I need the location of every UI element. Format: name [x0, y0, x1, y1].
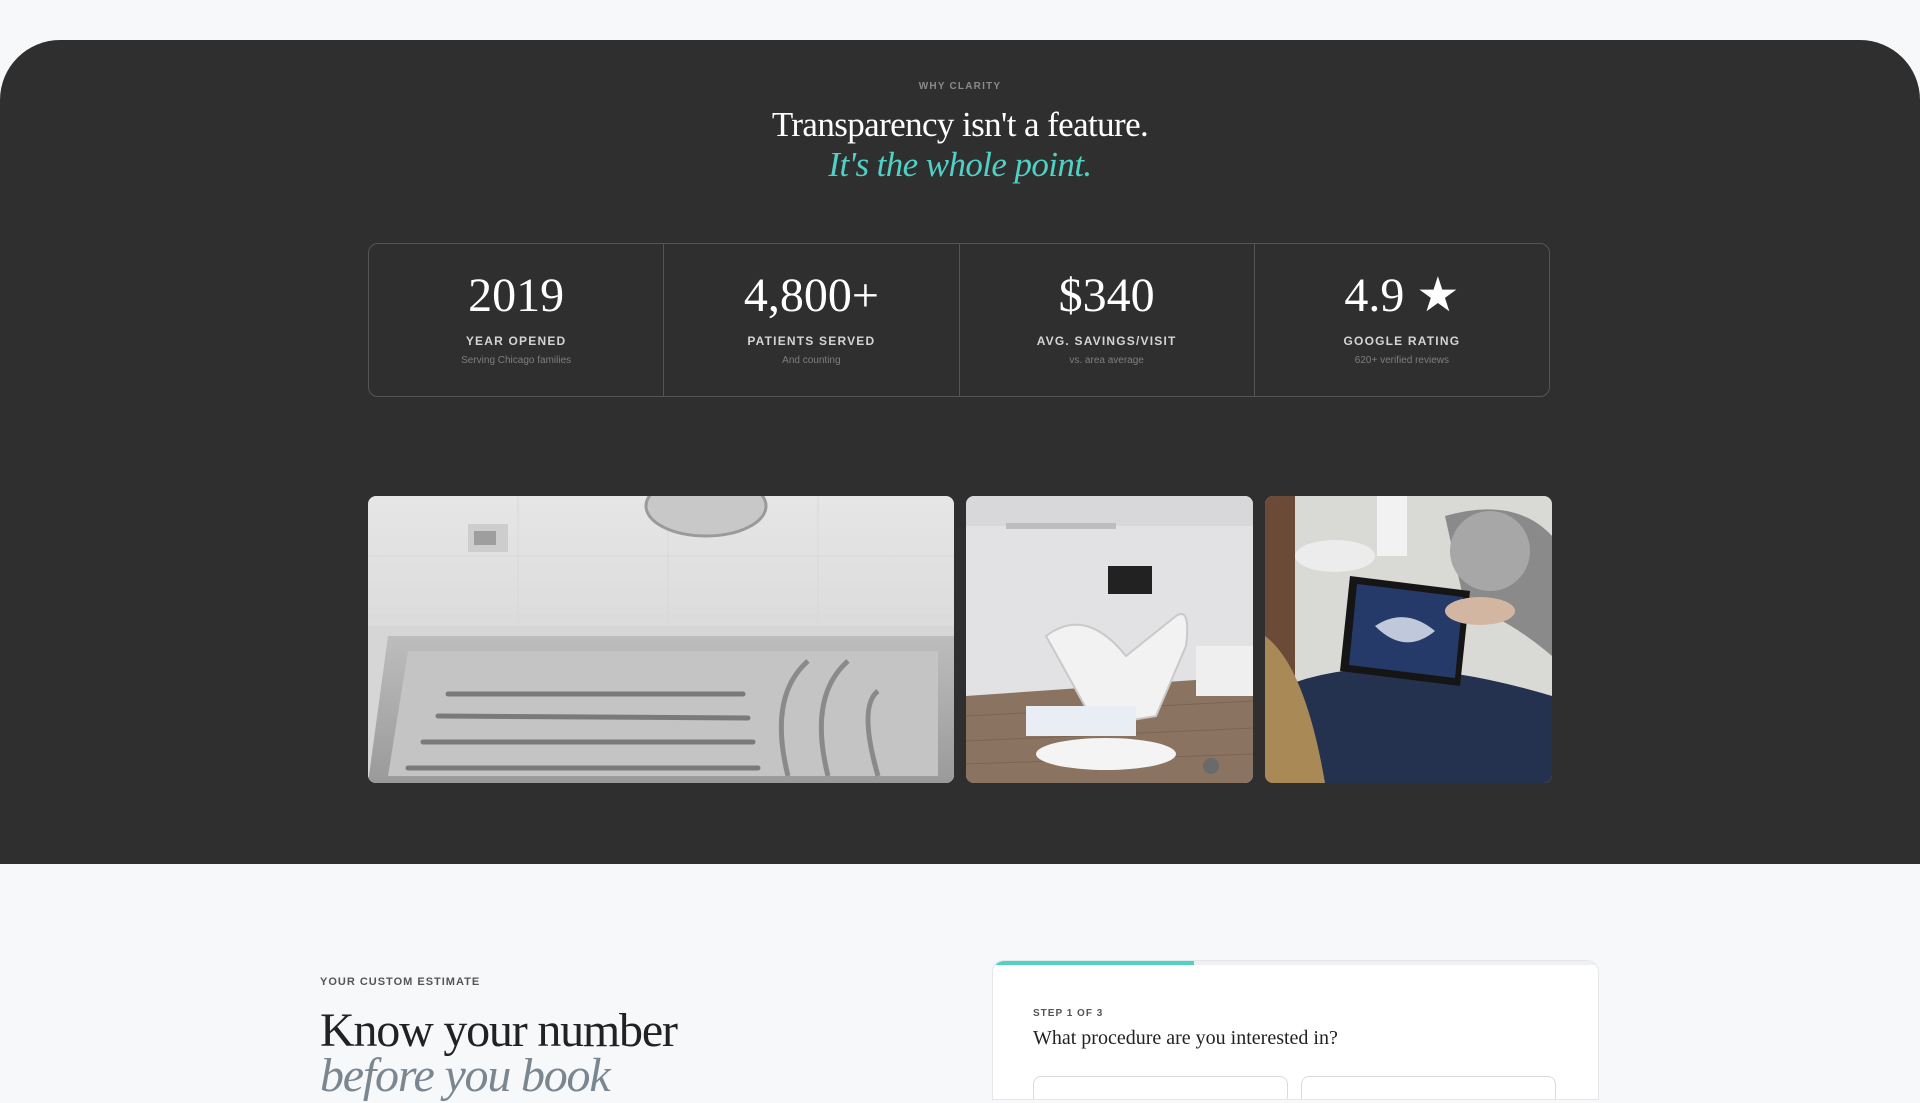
stats-panel: 2019 YEAR OPENED Serving Chicago familie…: [368, 243, 1550, 397]
stat-label: PATIENTS SERVED: [747, 334, 876, 348]
stat-avg-savings: $340 AVG. SAVINGS/VISIT vs. area average: [960, 244, 1255, 396]
stat-sub: Serving Chicago families: [461, 355, 572, 366]
form-progress-bar: [993, 961, 1598, 965]
stat-value: $340: [1058, 269, 1155, 322]
section-headline-accent: It's the whole point.: [828, 145, 1092, 184]
stat-value: 4,800+: [743, 269, 879, 322]
stat-google-rating: 4.9 ★ GOOGLE RATING 620+ verified review…: [1255, 244, 1549, 396]
stat-label: GOOGLE RATING: [1343, 334, 1461, 348]
dental-instruments-photo: [368, 496, 954, 783]
stat-label: YEAR OPENED: [465, 334, 567, 348]
estimate-title-italic: before you book: [320, 1049, 611, 1102]
stat-sub: And counting: [782, 355, 841, 366]
stat-sub: vs. area average: [1069, 355, 1144, 366]
stat-year-opened: 2019 YEAR OPENED Serving Chicago familie…: [369, 244, 665, 396]
tablet-xray-photo: [1265, 496, 1552, 783]
estimate-form-card: STEP 1 OF 3 What procedure are you inter…: [992, 960, 1599, 1100]
form-question: What procedure are you interested in?: [1033, 1027, 1338, 1049]
stat-patients-served: 4,800+ PATIENTS SERVED And counting: [664, 244, 960, 396]
stat-label: AVG. SAVINGS/VISIT: [1036, 334, 1177, 348]
dental-chair-photo: [966, 496, 1253, 783]
stat-sub: 620+ verified reviews: [1354, 355, 1449, 366]
section-eyebrow: WHY CLARITY: [918, 81, 1002, 92]
form-progress-fill: [993, 961, 1195, 965]
estimate-eyebrow: YOUR CUSTOM ESTIMATE: [320, 976, 481, 988]
stat-value: 4.9 ★: [1344, 269, 1460, 322]
section-headline: Transparency isn't a feature.: [771, 105, 1149, 144]
stat-value: 2019: [468, 269, 565, 322]
form-step-label: STEP 1 OF 3: [1033, 1008, 1104, 1019]
